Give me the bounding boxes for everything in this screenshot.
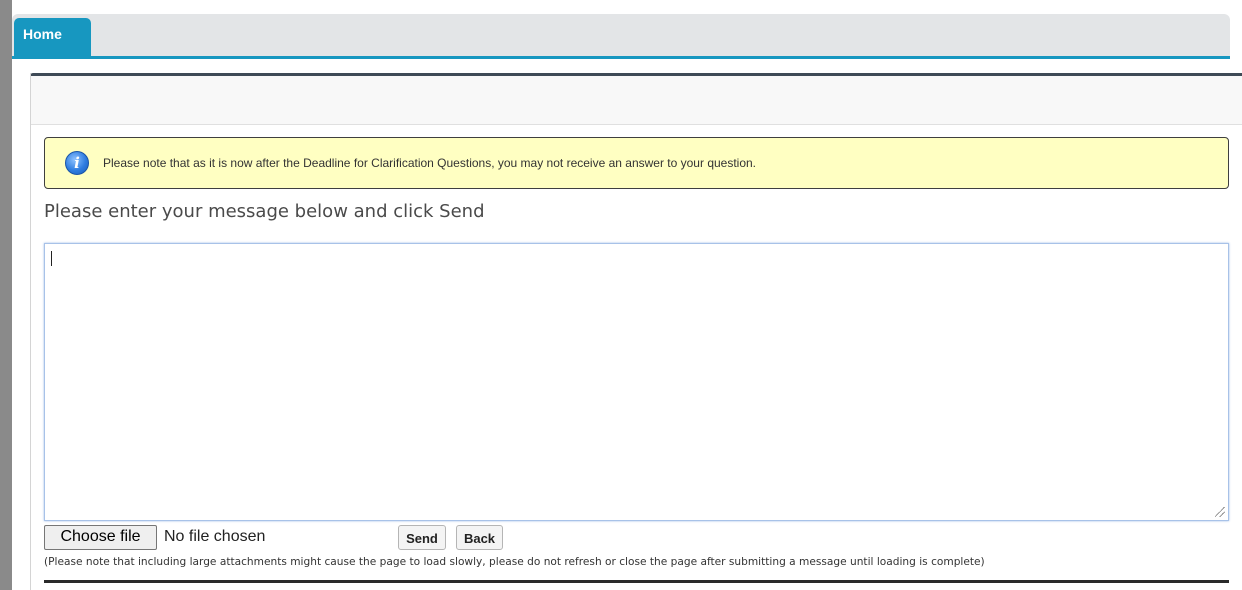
resize-grip-icon[interactable] [1215, 507, 1225, 517]
notice-text: Please note that as it is now after the … [103, 156, 757, 170]
panel-header [31, 76, 1242, 125]
deadline-notice: i Please note that as it is now after th… [44, 137, 1229, 189]
attachment-note: (Please note that including large attach… [44, 556, 985, 568]
back-button[interactable]: Back [456, 525, 503, 550]
info-icon: i [65, 151, 89, 175]
text-caret [51, 251, 52, 266]
form-instruction: Please enter your message below and clic… [44, 201, 485, 222]
tab-home[interactable]: Home [14, 18, 91, 57]
panel-left-border [30, 73, 31, 590]
bottom-divider [44, 580, 1229, 583]
file-status-label: No file chosen [164, 528, 266, 545]
tab-bar [12, 14, 1230, 59]
message-textarea[interactable] [44, 243, 1229, 521]
choose-file-button[interactable]: Choose file [44, 525, 157, 550]
send-button[interactable]: Send [398, 525, 446, 550]
